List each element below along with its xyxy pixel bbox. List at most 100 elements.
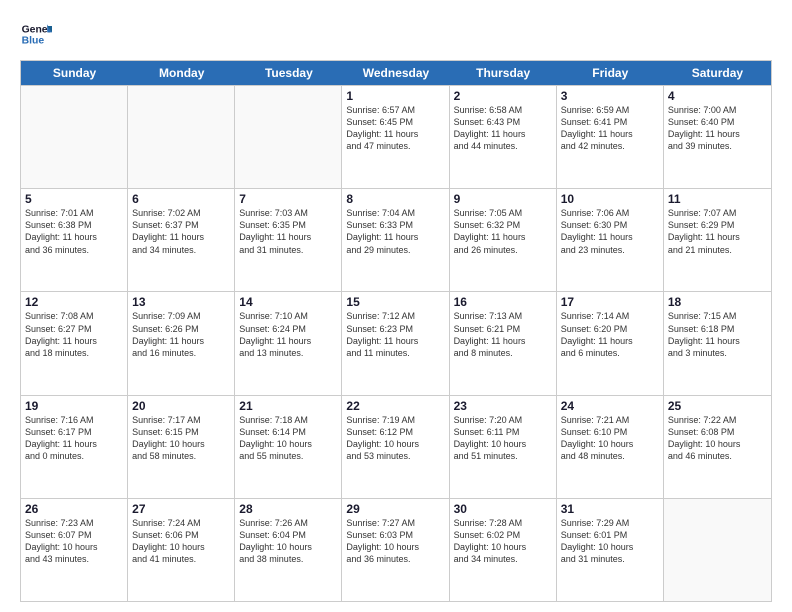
header-day-thursday: Thursday: [450, 61, 557, 85]
header-day-monday: Monday: [128, 61, 235, 85]
day-number: 7: [239, 192, 337, 206]
cell-info: Sunrise: 7:27 AMSunset: 6:03 PMDaylight:…: [346, 517, 444, 566]
calendar-cell: 7Sunrise: 7:03 AMSunset: 6:35 PMDaylight…: [235, 189, 342, 291]
calendar-cell: 29Sunrise: 7:27 AMSunset: 6:03 PMDayligh…: [342, 499, 449, 601]
calendar-row-2: 12Sunrise: 7:08 AMSunset: 6:27 PMDayligh…: [21, 291, 771, 394]
cell-info: Sunrise: 7:16 AMSunset: 6:17 PMDaylight:…: [25, 414, 123, 463]
calendar-row-3: 19Sunrise: 7:16 AMSunset: 6:17 PMDayligh…: [21, 395, 771, 498]
calendar-row-1: 5Sunrise: 7:01 AMSunset: 6:38 PMDaylight…: [21, 188, 771, 291]
calendar-cell: 25Sunrise: 7:22 AMSunset: 6:08 PMDayligh…: [664, 396, 771, 498]
day-number: 3: [561, 89, 659, 103]
calendar-cell: 2Sunrise: 6:58 AMSunset: 6:43 PMDaylight…: [450, 86, 557, 188]
cell-info: Sunrise: 7:20 AMSunset: 6:11 PMDaylight:…: [454, 414, 552, 463]
calendar-cell: [235, 86, 342, 188]
cell-info: Sunrise: 7:26 AMSunset: 6:04 PMDaylight:…: [239, 517, 337, 566]
cell-info: Sunrise: 7:06 AMSunset: 6:30 PMDaylight:…: [561, 207, 659, 256]
cell-info: Sunrise: 7:17 AMSunset: 6:15 PMDaylight:…: [132, 414, 230, 463]
calendar-cell: 8Sunrise: 7:04 AMSunset: 6:33 PMDaylight…: [342, 189, 449, 291]
calendar-cell: 28Sunrise: 7:26 AMSunset: 6:04 PMDayligh…: [235, 499, 342, 601]
day-number: 23: [454, 399, 552, 413]
calendar-body: 1Sunrise: 6:57 AMSunset: 6:45 PMDaylight…: [21, 85, 771, 601]
cell-info: Sunrise: 7:00 AMSunset: 6:40 PMDaylight:…: [668, 104, 767, 153]
header-day-sunday: Sunday: [21, 61, 128, 85]
calendar-cell: [664, 499, 771, 601]
header-day-tuesday: Tuesday: [235, 61, 342, 85]
header-day-saturday: Saturday: [664, 61, 771, 85]
calendar-cell: 15Sunrise: 7:12 AMSunset: 6:23 PMDayligh…: [342, 292, 449, 394]
cell-info: Sunrise: 7:24 AMSunset: 6:06 PMDaylight:…: [132, 517, 230, 566]
calendar-cell: 3Sunrise: 6:59 AMSunset: 6:41 PMDaylight…: [557, 86, 664, 188]
calendar-cell: 1Sunrise: 6:57 AMSunset: 6:45 PMDaylight…: [342, 86, 449, 188]
calendar-cell: 19Sunrise: 7:16 AMSunset: 6:17 PMDayligh…: [21, 396, 128, 498]
day-number: 29: [346, 502, 444, 516]
calendar-cell: [21, 86, 128, 188]
cell-info: Sunrise: 7:15 AMSunset: 6:18 PMDaylight:…: [668, 310, 767, 359]
cell-info: Sunrise: 7:18 AMSunset: 6:14 PMDaylight:…: [239, 414, 337, 463]
calendar-cell: 11Sunrise: 7:07 AMSunset: 6:29 PMDayligh…: [664, 189, 771, 291]
cell-info: Sunrise: 7:07 AMSunset: 6:29 PMDaylight:…: [668, 207, 767, 256]
cell-info: Sunrise: 7:02 AMSunset: 6:37 PMDaylight:…: [132, 207, 230, 256]
calendar-row-4: 26Sunrise: 7:23 AMSunset: 6:07 PMDayligh…: [21, 498, 771, 601]
calendar-cell: 31Sunrise: 7:29 AMSunset: 6:01 PMDayligh…: [557, 499, 664, 601]
header-day-wednesday: Wednesday: [342, 61, 449, 85]
header-day-friday: Friday: [557, 61, 664, 85]
calendar-cell: 10Sunrise: 7:06 AMSunset: 6:30 PMDayligh…: [557, 189, 664, 291]
logo-icon: General Blue: [20, 18, 52, 50]
day-number: 24: [561, 399, 659, 413]
calendar-cell: 22Sunrise: 7:19 AMSunset: 6:12 PMDayligh…: [342, 396, 449, 498]
calendar-cell: 23Sunrise: 7:20 AMSunset: 6:11 PMDayligh…: [450, 396, 557, 498]
day-number: 10: [561, 192, 659, 206]
day-number: 30: [454, 502, 552, 516]
cell-info: Sunrise: 7:19 AMSunset: 6:12 PMDaylight:…: [346, 414, 444, 463]
calendar-cell: 13Sunrise: 7:09 AMSunset: 6:26 PMDayligh…: [128, 292, 235, 394]
cell-info: Sunrise: 7:08 AMSunset: 6:27 PMDaylight:…: [25, 310, 123, 359]
day-number: 27: [132, 502, 230, 516]
day-number: 25: [668, 399, 767, 413]
cell-info: Sunrise: 7:10 AMSunset: 6:24 PMDaylight:…: [239, 310, 337, 359]
day-number: 6: [132, 192, 230, 206]
calendar-cell: 5Sunrise: 7:01 AMSunset: 6:38 PMDaylight…: [21, 189, 128, 291]
calendar-cell: [128, 86, 235, 188]
cell-info: Sunrise: 7:29 AMSunset: 6:01 PMDaylight:…: [561, 517, 659, 566]
cell-info: Sunrise: 7:12 AMSunset: 6:23 PMDaylight:…: [346, 310, 444, 359]
day-number: 18: [668, 295, 767, 309]
calendar-cell: 30Sunrise: 7:28 AMSunset: 6:02 PMDayligh…: [450, 499, 557, 601]
day-number: 20: [132, 399, 230, 413]
calendar-cell: 9Sunrise: 7:05 AMSunset: 6:32 PMDaylight…: [450, 189, 557, 291]
header: General Blue: [20, 18, 772, 50]
day-number: 13: [132, 295, 230, 309]
day-number: 17: [561, 295, 659, 309]
calendar-cell: 21Sunrise: 7:18 AMSunset: 6:14 PMDayligh…: [235, 396, 342, 498]
cell-info: Sunrise: 7:13 AMSunset: 6:21 PMDaylight:…: [454, 310, 552, 359]
day-number: 19: [25, 399, 123, 413]
day-number: 2: [454, 89, 552, 103]
cell-info: Sunrise: 6:59 AMSunset: 6:41 PMDaylight:…: [561, 104, 659, 153]
cell-info: Sunrise: 7:14 AMSunset: 6:20 PMDaylight:…: [561, 310, 659, 359]
svg-text:Blue: Blue: [22, 36, 45, 47]
logo: General Blue: [20, 18, 56, 50]
day-number: 11: [668, 192, 767, 206]
day-number: 12: [25, 295, 123, 309]
calendar-cell: 16Sunrise: 7:13 AMSunset: 6:21 PMDayligh…: [450, 292, 557, 394]
calendar: SundayMondayTuesdayWednesdayThursdayFrid…: [20, 60, 772, 602]
day-number: 21: [239, 399, 337, 413]
calendar-header: SundayMondayTuesdayWednesdayThursdayFrid…: [21, 61, 771, 85]
day-number: 14: [239, 295, 337, 309]
day-number: 9: [454, 192, 552, 206]
calendar-cell: 26Sunrise: 7:23 AMSunset: 6:07 PMDayligh…: [21, 499, 128, 601]
calendar-cell: 6Sunrise: 7:02 AMSunset: 6:37 PMDaylight…: [128, 189, 235, 291]
cell-info: Sunrise: 6:57 AMSunset: 6:45 PMDaylight:…: [346, 104, 444, 153]
day-number: 4: [668, 89, 767, 103]
calendar-cell: 4Sunrise: 7:00 AMSunset: 6:40 PMDaylight…: [664, 86, 771, 188]
cell-info: Sunrise: 7:22 AMSunset: 6:08 PMDaylight:…: [668, 414, 767, 463]
cell-info: Sunrise: 7:21 AMSunset: 6:10 PMDaylight:…: [561, 414, 659, 463]
day-number: 5: [25, 192, 123, 206]
calendar-cell: 24Sunrise: 7:21 AMSunset: 6:10 PMDayligh…: [557, 396, 664, 498]
day-number: 1: [346, 89, 444, 103]
calendar-cell: 27Sunrise: 7:24 AMSunset: 6:06 PMDayligh…: [128, 499, 235, 601]
calendar-cell: 18Sunrise: 7:15 AMSunset: 6:18 PMDayligh…: [664, 292, 771, 394]
cell-info: Sunrise: 7:09 AMSunset: 6:26 PMDaylight:…: [132, 310, 230, 359]
calendar-row-0: 1Sunrise: 6:57 AMSunset: 6:45 PMDaylight…: [21, 85, 771, 188]
cell-info: Sunrise: 7:23 AMSunset: 6:07 PMDaylight:…: [25, 517, 123, 566]
cell-info: Sunrise: 7:28 AMSunset: 6:02 PMDaylight:…: [454, 517, 552, 566]
